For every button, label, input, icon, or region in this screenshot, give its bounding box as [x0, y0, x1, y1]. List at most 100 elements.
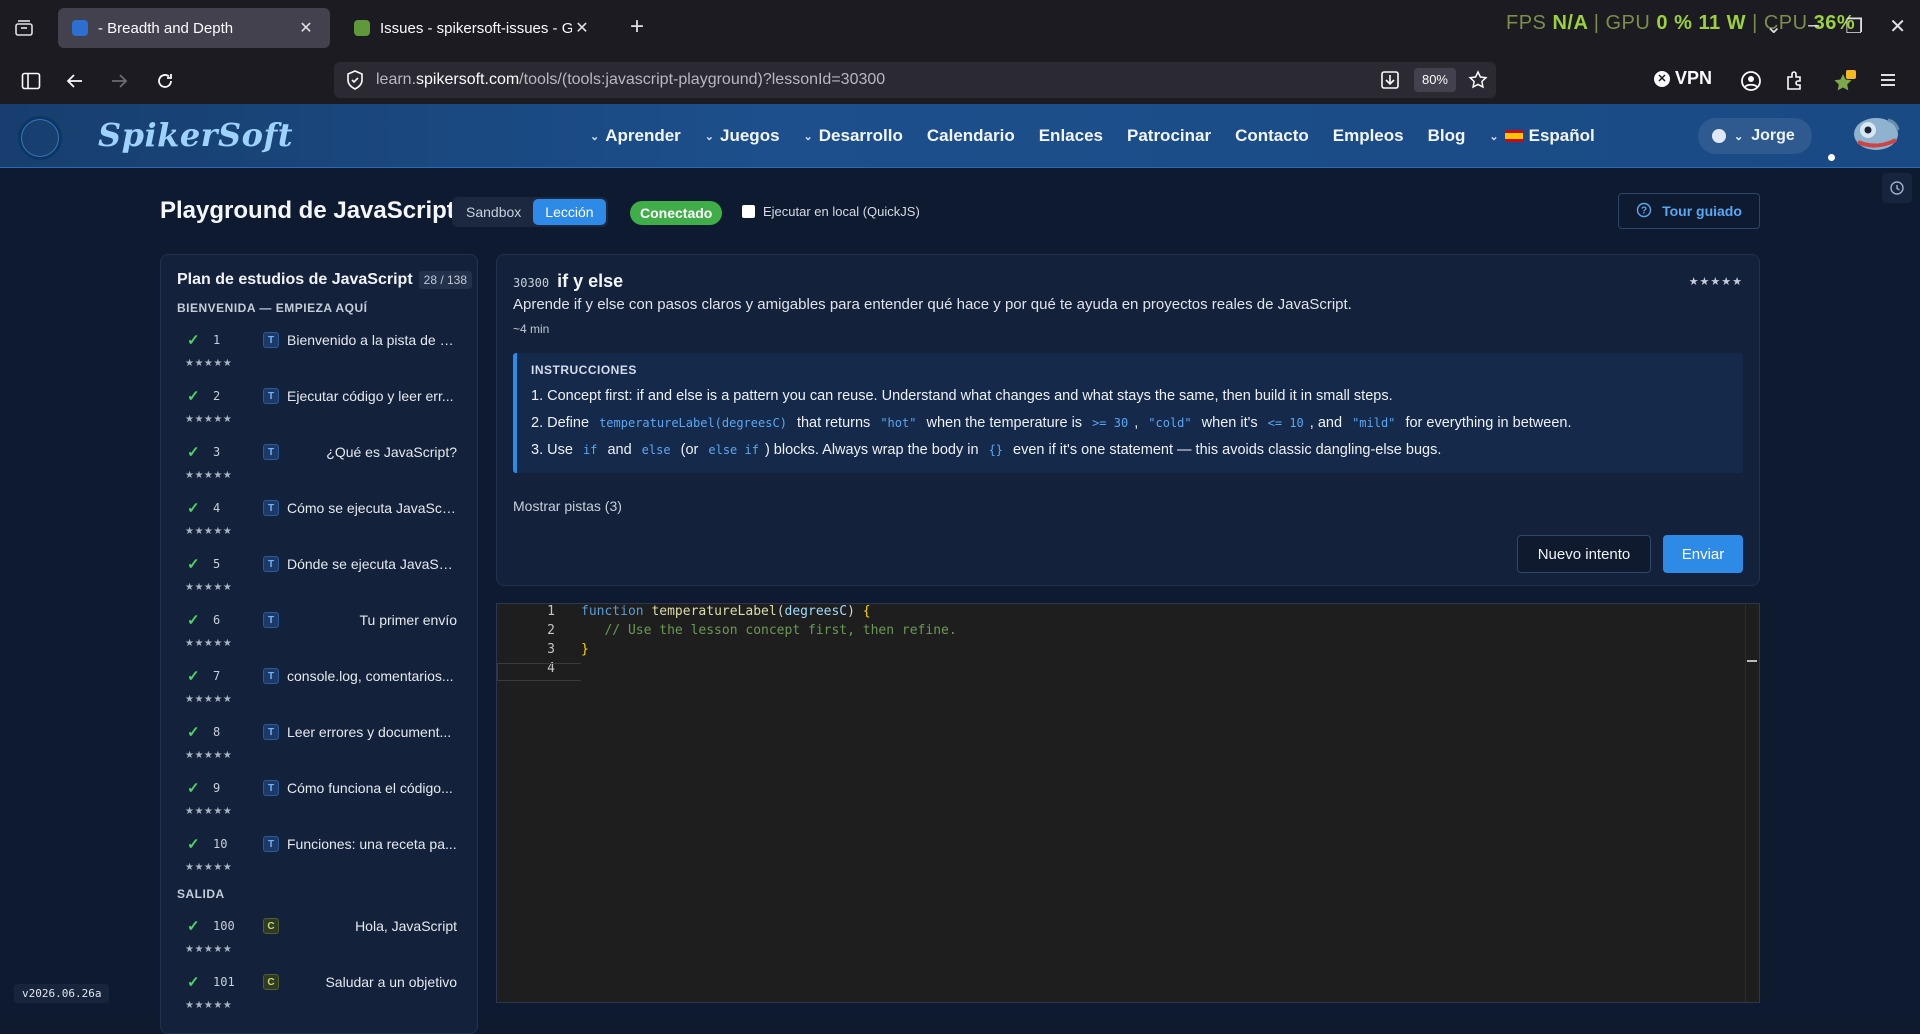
- completed-check-icon: ✓: [187, 332, 200, 349]
- sidebar-toggle-icon[interactable]: [18, 68, 44, 94]
- show-hints-link[interactable]: Mostrar pistas (3): [513, 498, 622, 514]
- zoom-level[interactable]: 80%: [1413, 68, 1456, 92]
- bookmark-star-icon[interactable]: [1468, 70, 1488, 95]
- nav-empleos[interactable]: Empleos: [1333, 126, 1404, 146]
- chameleon-mascot-icon[interactable]: [1848, 110, 1904, 160]
- forward-icon[interactable]: [106, 68, 132, 94]
- code-punct: ): [847, 604, 855, 619]
- code-line-2[interactable]: // Use the lesson concept first, then re…: [581, 623, 957, 638]
- nav-blog[interactable]: Blog: [1428, 126, 1466, 146]
- nav-calendario[interactable]: Calendario: [927, 126, 1015, 146]
- tab-issues-gitea[interactable]: Issues - spikersoft-issues - Gitea ✕: [340, 8, 606, 48]
- extension-alert-icon[interactable]: [1832, 70, 1856, 92]
- lesson-title: Funciones: una receta pa...: [287, 836, 457, 852]
- user-name: Jorge: [1751, 127, 1795, 144]
- completed-check-icon: ✓: [187, 556, 200, 573]
- nav-desarrollo[interactable]: ⌄ Desarrollo: [804, 126, 903, 146]
- lesson-item[interactable]: ✓ 6 T Tu primer envío ★★★★★: [177, 607, 467, 663]
- lesson-item[interactable]: ✓ 101 C Saludar a un objetivo ★★★★★: [177, 969, 467, 1025]
- lesson-item[interactable]: ✓ 10 T Funciones: una receta pa... ★★★★★: [177, 831, 467, 887]
- account-icon[interactable]: [1740, 70, 1762, 92]
- tab-breadth-and-depth[interactable]: - Breadth and Depth ✕: [58, 8, 330, 48]
- instruction-step-3: 3. Use if and else (or else if) blocks. …: [531, 441, 1729, 468]
- guided-tour-button[interactable]: ? Tour guiado: [1618, 193, 1760, 229]
- code-punct: (: [776, 604, 785, 619]
- playground-page: Playground de JavaScript Sandbox Lección…: [0, 169, 1920, 1034]
- progress-count-badge: 28 / 138: [418, 271, 473, 289]
- restore-icon[interactable]: ❐: [1845, 14, 1863, 39]
- close-window-icon[interactable]: ✕: [1889, 14, 1906, 39]
- line-number: 1: [547, 604, 555, 619]
- lesson-item[interactable]: ✓ 2 T Ejecutar código y leer err... ★★★★★: [177, 383, 467, 439]
- logo-emblem-icon[interactable]: [18, 116, 62, 160]
- code-keyword: function: [581, 604, 644, 619]
- step-text: 2. Define: [531, 415, 590, 431]
- mode-lesson-button[interactable]: Lección: [533, 199, 606, 225]
- lesson-item[interactable]: ✓ 4 T Cómo se ejecuta JavaScr... ★★★★★: [177, 495, 467, 551]
- mode-sandbox-button[interactable]: Sandbox: [454, 199, 533, 225]
- lesson-type-badge: T: [263, 444, 279, 460]
- user-menu[interactable]: ⌄ Jorge: [1698, 118, 1812, 154]
- local-run-checkbox[interactable]: [742, 205, 755, 218]
- lesson-rating-stars: ★★★★★: [185, 582, 233, 593]
- language-label: Español: [1528, 126, 1595, 145]
- code-editor[interactable]: 1 2 3 4 function temperatureLabel(degree…: [496, 603, 1760, 1003]
- nav-juegos[interactable]: ⌄ Juegos: [705, 126, 780, 146]
- retry-button[interactable]: Nuevo intento: [1517, 535, 1651, 573]
- lesson-item[interactable]: ✓ 5 T Dónde se ejecuta JavaSc... ★★★★★: [177, 551, 467, 607]
- history-icon[interactable]: [1882, 173, 1912, 203]
- lesson-item[interactable]: ✓ 8 T Leer errores y document... ★★★★★: [177, 719, 467, 775]
- save-page-icon[interactable]: [1380, 70, 1400, 95]
- nav-contacto[interactable]: Contacto: [1235, 126, 1309, 146]
- lesson-number: 4: [213, 501, 221, 515]
- current-line-highlight: [497, 663, 581, 681]
- lesson-type-badge: T: [263, 388, 279, 404]
- instruction-step-2: 2. Define temperatureLabel(degreesC) tha…: [531, 414, 1729, 441]
- nav-patrocinar[interactable]: Patrocinar: [1127, 126, 1211, 146]
- fps-value: N/A: [1552, 12, 1588, 34]
- extensions-icon[interactable]: [1784, 70, 1806, 92]
- lesson-title: Cómo funciona el código...: [287, 780, 453, 796]
- minimize-icon[interactable]: –: [1808, 14, 1819, 39]
- nav-label: Patrocinar: [1126, 126, 1212, 145]
- nav-enlaces[interactable]: Enlaces: [1039, 126, 1103, 146]
- lesson-type-badge: T: [263, 668, 279, 684]
- lesson-item[interactable]: ✓ 1 T Bienvenido a la pista de J... ★★★★★: [177, 327, 467, 383]
- tab-bar: - Breadth and Depth ✕ Issues - spikersof…: [0, 0, 1920, 56]
- nav-aprender[interactable]: ⌄ Aprender: [590, 126, 681, 146]
- menu-icon[interactable]: [1878, 70, 1900, 92]
- submit-button[interactable]: Enviar: [1663, 535, 1743, 573]
- lesson-item[interactable]: ✓ 7 Tconsole.log, comentarios... ★★★★★: [177, 663, 467, 719]
- lesson-item[interactable]: ✓ 3 T ¿Qué es JavaScript? ★★★★★: [177, 439, 467, 495]
- site-logo[interactable]: SpikerSoft: [98, 116, 293, 154]
- code-comment: // Use the lesson concept first, then re…: [604, 623, 957, 638]
- chevron-down-icon[interactable]: ⌄: [1765, 14, 1782, 39]
- lesson-item[interactable]: ✓ 9 T Cómo funciona el código... ★★★★★: [177, 775, 467, 831]
- editor-scrollbar[interactable]: [1745, 604, 1759, 1002]
- curriculum-header: Plan de estudios de JavaScript 28 / 138: [177, 271, 473, 289]
- url-bar[interactable]: learn. spikersoft.com/tools/(tools:javasc…: [334, 62, 1496, 98]
- code-line-3[interactable]: }: [581, 642, 589, 657]
- step-text: and: [607, 442, 632, 458]
- lesson-type-badge: T: [263, 612, 279, 628]
- shield-icon[interactable]: [346, 70, 364, 95]
- reload-icon[interactable]: [152, 68, 178, 94]
- local-run-toggle[interactable]: Ejecutar en local (QuickJS): [742, 204, 920, 219]
- lesson-rating-stars: ★★★★★: [185, 358, 233, 369]
- gpu-value: 0 %: [1656, 12, 1693, 34]
- back-icon[interactable]: [62, 68, 88, 94]
- notification-dot: [1828, 154, 1835, 161]
- lesson-rating-stars[interactable]: ★★★★★: [1689, 275, 1743, 288]
- close-tab-icon[interactable]: ✕: [296, 18, 316, 38]
- language-selector[interactable]: ⌄ Español: [1489, 126, 1594, 146]
- nav-label: Blog: [1427, 126, 1466, 145]
- tab-list-icon[interactable]: [12, 16, 36, 40]
- lesson-item[interactable]: ✓ 100 C Hola, JavaScript ★★★★★: [177, 913, 467, 969]
- vpn-label: VPN: [1675, 68, 1713, 88]
- code-line-1[interactable]: function temperatureLabel(degreesC) {: [581, 604, 871, 619]
- new-tab-icon[interactable]: +: [630, 15, 644, 39]
- nav-label: Desarrollo: [818, 126, 903, 145]
- vpn-indicator[interactable]: ✕ VPN: [1654, 68, 1712, 89]
- step-text: when it's: [1201, 415, 1258, 431]
- close-tab-icon[interactable]: ✕: [572, 18, 592, 38]
